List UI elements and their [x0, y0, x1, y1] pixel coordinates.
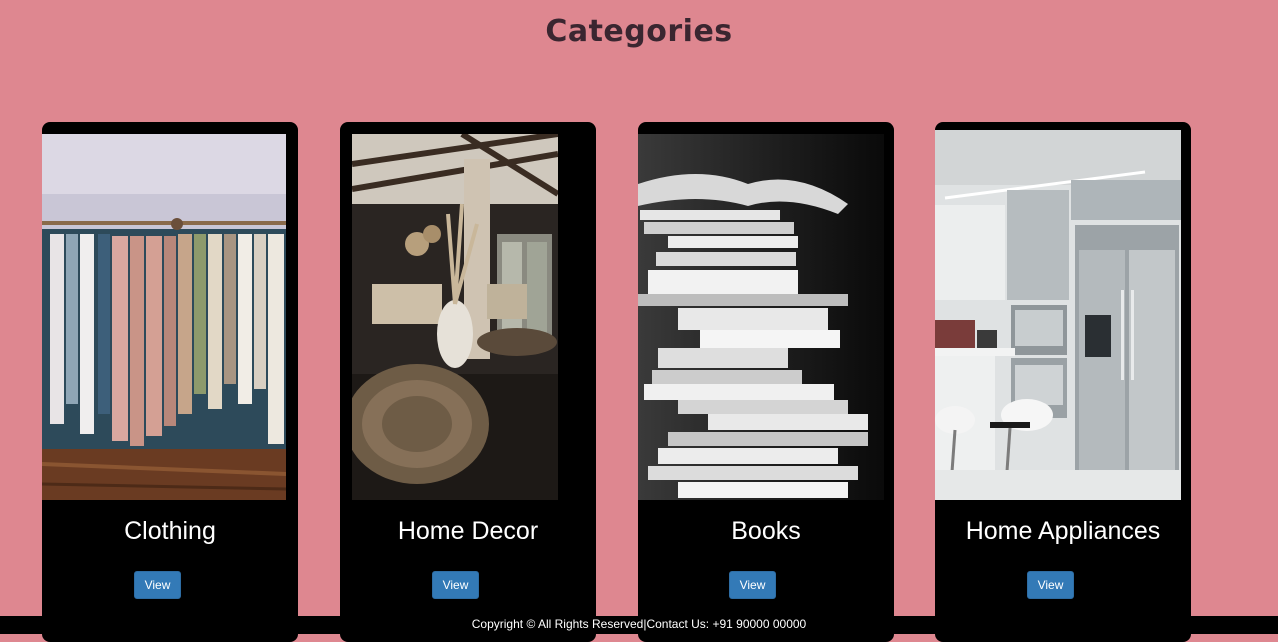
- category-name: Clothing: [124, 517, 216, 545]
- category-name: Home Appliances: [965, 517, 1161, 545]
- category-name: Home Decor: [397, 517, 539, 545]
- view-home-appliances-button[interactable]: View: [1027, 571, 1074, 599]
- view-books-button[interactable]: View: [729, 571, 776, 599]
- book-stack-photo: [638, 134, 884, 500]
- category-card-home-appliances: Home Appliances View: [935, 122, 1191, 642]
- category-name: Books: [731, 517, 801, 545]
- living-room-photo: [352, 134, 558, 500]
- view-clothing-button[interactable]: View: [134, 571, 181, 599]
- category-card-clothing: Clothing View: [42, 122, 298, 642]
- kitchen-appliances-photo: [935, 130, 1181, 500]
- page-title: Categories: [545, 14, 733, 50]
- footer: Copyright © All Rights Reserved|Contact …: [0, 616, 1278, 634]
- category-card-home-decor: Home Decor View: [340, 122, 596, 642]
- clothing-rack-photo: [42, 134, 286, 500]
- category-card-books: Books View: [638, 122, 894, 642]
- view-home-decor-button[interactable]: View: [432, 571, 479, 599]
